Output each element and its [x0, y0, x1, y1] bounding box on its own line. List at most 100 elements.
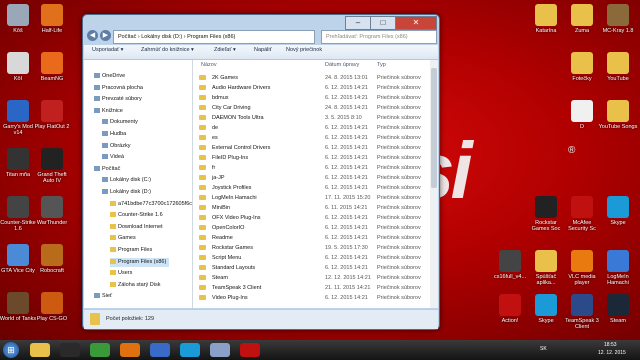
- nav-item[interactable]: Videá: [102, 153, 124, 162]
- column-name[interactable]: Názov: [201, 62, 217, 68]
- back-button[interactable]: ◀: [87, 30, 98, 41]
- nav-item[interactable]: Záloha starý Disk: [110, 281, 161, 290]
- desktop-icon[interactable]: Play FlatOut 2: [32, 100, 72, 142]
- nav-item[interactable]: Dokumenty: [102, 118, 138, 127]
- breadcrumb-drive[interactable]: Lokálny disk (D:): [141, 34, 182, 40]
- organize-button[interactable]: Usporiadať ▾: [92, 47, 123, 53]
- file-row[interactable]: 2K Games 24. 8. 2015 13:01 Priečinok súbor…: [193, 73, 428, 83]
- desktop-icon[interactable]: Katarína: [526, 4, 566, 46]
- desktop-icon[interactable]: YouTube Songs: [598, 100, 638, 142]
- taskbar-unknown-icon[interactable]: [150, 343, 170, 357]
- file-row[interactable]: LogMeIn Hamachi 17. 11. 2015 15:20 Priečin…: [193, 193, 428, 203]
- file-row[interactable]: bdmux 6. 12. 2015 14:21 Priečinok súborov: [193, 93, 428, 103]
- file-row[interactable]: External Control Drivers 6. 12. 2015 14:2…: [193, 143, 428, 153]
- desktop-icon[interactable]: Skype: [598, 196, 638, 238]
- desktop-icon[interactable]: McAfee Security Sc: [562, 196, 602, 238]
- nav-item[interactable]: Hudba: [102, 130, 126, 139]
- search-input[interactable]: Prehľadávať: Program Files (x86): [321, 30, 437, 44]
- file-row[interactable]: Readme 6. 12. 2015 14:21 Priečinok súborov: [193, 233, 428, 243]
- file-row[interactable]: Standard Layouts 6. 12. 2015 14:21 Priečin…: [193, 263, 428, 273]
- file-row[interactable]: OFX Video Plug-Ins 6. 12. 2015 14:21 Prieč…: [193, 213, 428, 223]
- minimize-button[interactable]: –: [345, 16, 371, 30]
- scrollbar[interactable]: [430, 60, 438, 308]
- desktop-icon[interactable]: LogMeIn Hamachi: [598, 250, 638, 292]
- desktop-icon[interactable]: TeamSpeak 3 Client: [562, 294, 602, 336]
- new-folder-button[interactable]: Nový priečinok: [286, 47, 322, 53]
- file-row[interactable]: Script Menu 6. 12. 2015 14:21 Priečinok sú…: [193, 253, 428, 263]
- taskbar-explorer-icon[interactable]: [30, 343, 50, 357]
- nav-item[interactable]: Pracovná plocha: [94, 84, 143, 93]
- nav-item[interactable]: Download Internet: [110, 223, 163, 232]
- file-row[interactable]: Video Plug-Ins 6. 12. 2015 14:21 Priečinok…: [193, 293, 428, 303]
- desktop-icon[interactable]: YouTube: [598, 52, 638, 94]
- desktop-icon[interactable]: WarThunder: [32, 196, 72, 238]
- file-row[interactable]: OpenColorIO 6. 12. 2015 14:21 Priečinok sú…: [193, 223, 428, 233]
- desktop-icon[interactable]: Grand Theft Auto IV: [32, 148, 72, 190]
- column-type[interactable]: Typ: [377, 62, 386, 68]
- desktop-icon[interactable]: Fotečky: [562, 52, 602, 94]
- desktop-icon[interactable]: Zuma: [562, 4, 602, 46]
- desktop-icon[interactable]: Robocraft: [32, 244, 72, 286]
- nav-item[interactable]: Sieť: [94, 292, 112, 301]
- desktop-icon[interactable]: Half-Life: [32, 4, 72, 46]
- desktop-icon[interactable]: Play CS-GO: [32, 292, 72, 334]
- file-row[interactable]: TeamSpeak 3 Client 21. 11. 2015 14:21 Prie…: [193, 283, 428, 293]
- file-row[interactable]: de 6. 12. 2015 14:21 Priečinok súborov: [193, 123, 428, 133]
- clock-date[interactable]: 12. 12. 2015: [598, 350, 626, 356]
- desktop-icon[interactable]: Steam: [598, 294, 638, 336]
- taskbar-media-icon[interactable]: [60, 343, 80, 357]
- desktop-icon[interactable]: Skype: [526, 294, 566, 336]
- nav-item[interactable]: Program Files (x86): [110, 257, 170, 267]
- nav-item[interactable]: Lokálny disk (C:): [102, 176, 151, 185]
- file-row[interactable]: City Car Driving 24. 8. 2015 14:21 Priečin…: [193, 103, 428, 113]
- nav-item[interactable]: OneDrive: [94, 72, 125, 81]
- column-date[interactable]: Dátum úpravy: [325, 62, 359, 68]
- nav-item[interactable]: Počítač: [94, 165, 120, 174]
- file-row[interactable]: MiniBin 6. 11. 2015 14:21 Priečinok súboro…: [193, 203, 428, 213]
- file-row[interactable]: Steam 12. 12. 2015 14:21 Priečinok súborov: [193, 273, 428, 283]
- nav-item[interactable]: a741bdbe77c3700c172605f6c8: [110, 200, 192, 209]
- taskbar-window-icon[interactable]: [210, 343, 230, 357]
- nav-item[interactable]: Lokálny disk (D:): [102, 188, 151, 197]
- desktop-icon[interactable]: D: [562, 100, 602, 142]
- burn-button[interactable]: Napáliť: [254, 47, 272, 53]
- maximize-button[interactable]: □: [370, 16, 396, 30]
- taskbar-chrome-icon[interactable]: [90, 343, 110, 357]
- desktop-icon[interactable]: cs16full_v4...: [490, 250, 530, 292]
- include-in-library-button[interactable]: Zahrnúť do knižnice ▾: [141, 47, 194, 53]
- taskbar-firefox-icon[interactable]: [120, 343, 140, 357]
- close-button[interactable]: ✕: [395, 16, 437, 30]
- file-row[interactable]: fr 6. 12. 2015 14:21 Priečinok súborov: [193, 163, 428, 173]
- file-row[interactable]: DAEMON Tools Ultra 3. 5. 2015 8:10 Priečin…: [193, 113, 428, 123]
- desktop-icon[interactable]: BeamNG: [32, 52, 72, 94]
- taskbar-skype-icon[interactable]: [180, 343, 200, 357]
- desktop-icon[interactable]: VLC media player: [562, 250, 602, 292]
- desktop-icon[interactable]: Rockstar Games Soc: [526, 196, 566, 238]
- address-bar[interactable]: Počítač › Lokálny disk (D:) › Program Fi…: [113, 30, 315, 44]
- desktop-icon[interactable]: MC-Kray 1.8: [598, 4, 638, 46]
- taskbar-record-icon[interactable]: [240, 343, 260, 357]
- nav-item[interactable]: Obrázky: [102, 142, 130, 151]
- start-button[interactable]: ⊞: [3, 342, 19, 358]
- file-row[interactable]: ja-JP 6. 12. 2015 14:21 Priečinok súborov: [193, 173, 428, 183]
- file-row[interactable]: Rockstar Games 19. 5. 2015 17:30 Priečinok…: [193, 243, 428, 253]
- forward-button[interactable]: ▶: [100, 30, 111, 41]
- desktop-icon[interactable]: Spúšťač aplika...: [526, 250, 566, 292]
- desktop-icon[interactable]: Action!: [490, 294, 530, 336]
- file-row[interactable]: Joystick Profiles 6. 12. 2015 14:21 Prieči…: [193, 183, 428, 193]
- breadcrumb-computer[interactable]: Počítač: [118, 34, 136, 40]
- file-row[interactable]: es 6. 12. 2015 14:21 Priečinok súborov: [193, 133, 428, 143]
- nav-item[interactable]: Users: [110, 269, 132, 278]
- file-row[interactable]: Audio Hardware Drivers 6. 12. 2015 14:21 P…: [193, 83, 428, 93]
- clock-time[interactable]: 18:53: [604, 342, 617, 348]
- share-button[interactable]: Zdieľať ▾: [214, 47, 236, 53]
- breadcrumb-folder[interactable]: Program Files (x86): [187, 34, 235, 40]
- nav-item[interactable]: Games: [110, 234, 136, 243]
- language-indicator[interactable]: SK: [540, 346, 547, 352]
- nav-item[interactable]: Program Files: [110, 246, 152, 255]
- scrollbar-thumb[interactable]: [431, 68, 437, 188]
- file-row[interactable]: FileID Plug-Ins 6. 12. 2015 14:21 Priečino…: [193, 153, 428, 163]
- nav-item[interactable]: Counter-Strike 1.6: [110, 211, 163, 220]
- nav-item[interactable]: Knižnice: [94, 107, 123, 116]
- nav-item[interactable]: Prevzaté súbory: [94, 95, 142, 104]
